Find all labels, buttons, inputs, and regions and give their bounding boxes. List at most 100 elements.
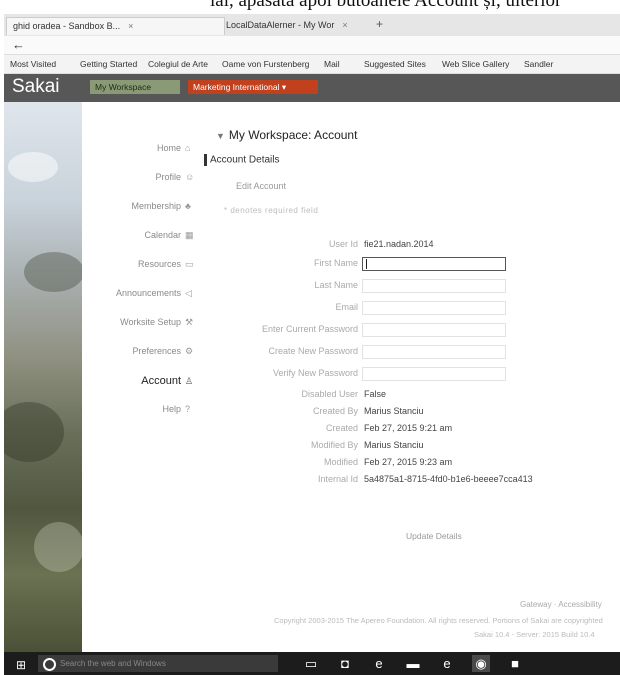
close-icon[interactable]: × — [128, 21, 133, 31]
close-icon[interactable]: × — [342, 20, 347, 30]
tool-announcements[interactable]: Announcements ◁ — [116, 288, 194, 299]
folder-icon: ▭ — [185, 259, 194, 269]
field-label: User Id — [328, 239, 358, 249]
current-password-input[interactable] — [362, 323, 506, 337]
field-value: Marius Stanciu — [364, 406, 424, 416]
file-explorer-icon[interactable]: ▬ — [404, 655, 422, 672]
verify-password-input[interactable] — [362, 367, 506, 381]
update-details-button[interactable]: Update Details — [400, 529, 468, 543]
tab-label: LocalDataAlerner - My Wor — [226, 20, 335, 30]
app-icon[interactable]: ■ — [506, 655, 524, 672]
internet-explorer-icon[interactable]: e — [438, 655, 456, 672]
tool-label: Help — [162, 404, 181, 414]
field-row: User Id fie21.nadan.2014 — [204, 238, 620, 252]
last-name-input[interactable] — [362, 279, 506, 293]
field-label: Verify New Password — [272, 368, 358, 378]
bookmark-item[interactable]: Web Slice Gallery — [442, 59, 509, 69]
tool-navigation: Home ⌂ Profile ☺ Membership ♣ Calendar ▦ Res… — [82, 102, 202, 652]
back-arrow-icon[interactable]: ← — [12, 37, 25, 52]
field-row: Created Feb 27, 2015 9:21 am — [204, 422, 620, 436]
side-photo — [4, 102, 84, 652]
browser-tab-strip: ghid oradea - Sandbox B... × LocalDataAle… — [4, 14, 620, 36]
taskbar-search-input[interactable]: Search the web and Windows — [38, 655, 278, 672]
field-label: Modified — [323, 457, 358, 467]
field-label: Internal Id — [317, 474, 358, 484]
email-input[interactable] — [362, 301, 506, 315]
tool-account[interactable]: Account ♙ — [141, 375, 194, 387]
tool-label: Home — [156, 143, 181, 153]
field-label: Disabled User — [301, 389, 358, 399]
sakai-logo[interactable]: Sakai — [12, 76, 60, 98]
field-label: Created By — [312, 406, 358, 416]
tool-preferences[interactable]: Preferences ⚙ — [132, 346, 194, 357]
first-name-input[interactable] — [362, 257, 506, 271]
tool-label: Announcements — [115, 288, 181, 298]
help-icon: ? — [185, 404, 191, 414]
chevron-down-icon[interactable]: ▼ — [216, 131, 225, 141]
search-placeholder: Search the web and Windows — [60, 659, 166, 668]
field-row: Enter Current Password — [204, 323, 620, 337]
field-label: Enter Current Password — [261, 324, 358, 334]
field-value: Feb 27, 2015 9:23 am — [364, 457, 453, 467]
tool-resources[interactable]: Resources ▭ — [138, 259, 194, 270]
required-hint: * denotes required field — [224, 206, 319, 215]
field-label: Modified By — [310, 440, 358, 450]
bookmarks-bar: Most Visited Getting Started Colegiul de… — [4, 55, 620, 74]
tool-calendar[interactable]: Calendar ▦ — [144, 230, 194, 241]
field-value: 5a4875a1-8715-4fd0-b1e6-beeee7cca413 — [364, 474, 533, 484]
field-row: First Name — [204, 257, 620, 271]
field-label: First Name — [313, 258, 358, 268]
new-password-input[interactable] — [362, 345, 506, 359]
tool-label: Resources — [137, 259, 181, 269]
tool-home[interactable]: Home ⌂ — [157, 143, 194, 153]
field-row: Disabled User False — [204, 388, 620, 402]
cortana-icon — [43, 658, 56, 671]
tool-label: Calendar — [144, 230, 181, 240]
wrench-icon: ⚒ — [185, 317, 194, 327]
store-icon[interactable]: ◘ — [336, 655, 354, 672]
house-icon: ⌂ — [185, 143, 191, 153]
screenshot: ghid oradea - Sandbox B... × LocalDataAle… — [4, 14, 620, 675]
person-icon: ☺ — [185, 172, 195, 182]
new-tab-button[interactable]: + — [376, 17, 383, 31]
windows-start-icon[interactable]: ⊞ — [16, 658, 26, 672]
site-tab-my-workspace[interactable]: My Workspace — [90, 80, 180, 94]
group-icon: ♣ — [185, 201, 191, 211]
tool-label: Account — [141, 375, 181, 387]
gear-icon: ⚙ — [185, 346, 194, 356]
bookmark-item[interactable]: Mail — [324, 59, 340, 69]
bookmark-item[interactable]: Sandler — [524, 59, 553, 69]
firefox-icon[interactable]: ◉ — [472, 655, 490, 672]
field-row: Create New Password — [204, 345, 620, 359]
bookmark-item[interactable]: Most Visited — [10, 59, 56, 69]
field-label: Last Name — [314, 280, 358, 290]
tool-label: Worksite Setup — [120, 317, 181, 327]
tool-membership[interactable]: Membership ♣ — [131, 201, 194, 211]
section-marker — [204, 154, 207, 166]
url-field[interactable] — [32, 39, 592, 51]
field-row: Modified Feb 27, 2015 9:23 am — [204, 456, 620, 470]
account-icon: ♙ — [185, 376, 194, 386]
field-label: Created — [325, 423, 358, 433]
bookmark-item[interactable]: Getting Started — [80, 59, 137, 69]
bookmark-item[interactable]: Suggested Sites — [364, 59, 426, 69]
tool-help[interactable]: Help? — [162, 404, 194, 414]
browser-tab[interactable]: ghid oradea - Sandbox B... × — [6, 17, 225, 35]
text-caret — [366, 259, 367, 269]
task-view-icon[interactable]: ▭ — [302, 655, 320, 672]
site-tab-marketing[interactable]: Marketing International ▾ — [188, 80, 318, 94]
footer-links[interactable]: Gateway · Accessibility — [520, 600, 602, 609]
field-row: Verify New Password — [204, 367, 620, 381]
tab-label: ghid oradea - Sandbox B... — [13, 21, 121, 31]
edit-account-link[interactable]: Edit Account — [236, 181, 286, 191]
windows-taskbar: ⊞ Search the web and Windows ▭ ◘ e ▬ e ◉… — [4, 652, 620, 675]
tool-worksite-setup[interactable]: Worksite Setup ⚒ — [120, 317, 194, 328]
tool-label: Profile — [155, 172, 181, 182]
browser-tab[interactable]: LocalDataAlerner - My Wor × — [220, 17, 382, 34]
page-title: ▼ My Workspace: Account — [216, 128, 358, 142]
field-value: Feb 27, 2015 9:21 am — [364, 423, 453, 433]
bookmark-item[interactable]: Colegiul de Arte — [148, 59, 208, 69]
edge-browser-icon[interactable]: e — [370, 655, 388, 672]
bookmark-item[interactable]: Oame von Furstenberg — [222, 59, 309, 69]
tool-profile[interactable]: Profile ☺ — [155, 172, 194, 182]
